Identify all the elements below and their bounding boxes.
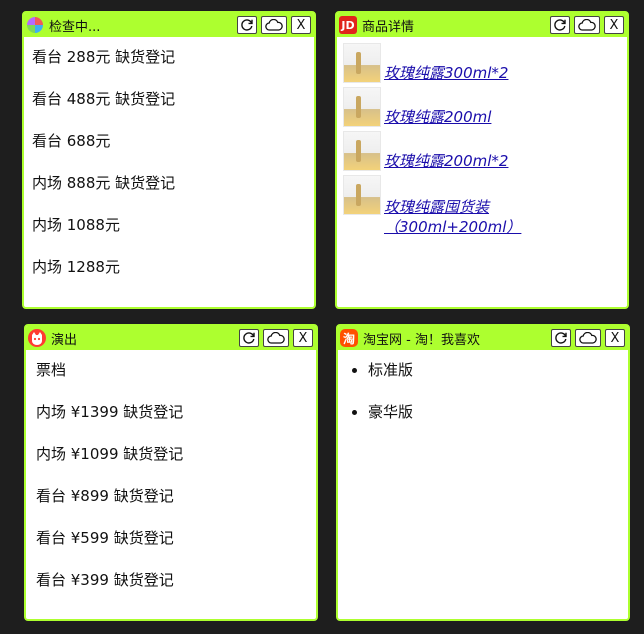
product-thumbnail [343,87,381,127]
ticket-line: 看台 488元 缺货登记 [32,90,176,108]
ticket-line: 内场 ¥1099 缺货登记 [36,445,184,463]
close-button[interactable]: X [291,16,311,34]
panel-content: 玫瑰纯露300ml*2 玫瑰纯露200ml 玫瑰纯露200ml*2 玫瑰纯露囤货… [337,37,627,247]
ticket-line: 看台 ¥599 缺货登记 [36,529,174,547]
cloud-button[interactable] [574,16,600,34]
ticket-line: 看台 ¥399 缺货登记 [36,571,174,589]
edition-list: 标准版 豪华版 [346,356,620,440]
refresh-button[interactable] [239,329,259,347]
ticket-line: 内场 ¥1399 缺货登记 [36,403,184,421]
ticket-line: 内场 888元 缺货登记 [32,174,176,192]
ticket-line: 看台 288元 缺货登记 [32,48,176,66]
refresh-button[interactable] [550,16,570,34]
cloud-button[interactable] [575,329,601,347]
product-row: 玫瑰纯露囤货装（300ml+200ml） [343,175,621,237]
monitor-panel-1: 检查中... X 看台 288元 缺货登记 看台 488元 缺货登记 看台 68… [22,11,316,309]
ticket-line: 看台 ¥899 缺货登记 [36,487,174,505]
product-link[interactable]: 玫瑰纯露300ml*2 [384,63,508,83]
list-item: 标准版 [368,356,620,398]
panel-titlebar: JD 商品详情 X [337,13,627,37]
list-item: 豪华版 [368,398,620,440]
ticket-line: 内场 1288元 [32,258,120,276]
close-button[interactable]: X [293,329,313,347]
refresh-button[interactable] [551,329,571,347]
ticket-tier-heading: 票档 [36,361,67,379]
panel-title: 淘宝网 - 淘！我喜欢 [363,332,480,348]
jd-logo-icon: JD [339,16,357,34]
refresh-icon [243,332,255,344]
panel-content: 票档 内场 ¥1399 缺货登记 内场 ¥1099 缺货登记 看台 ¥899 缺… [26,350,316,614]
panel-titlebar: 检查中... X [24,13,314,37]
close-button[interactable]: X [605,329,625,347]
panel-content: 看台 288元 缺货登记 看台 488元 缺货登记 看台 688元 内场 888… [24,37,314,301]
product-thumbnail [343,175,381,215]
cloud-button[interactable] [263,329,289,347]
monitor-panel-4: 淘 淘宝网 - 淘！我喜欢 X 标准版 豪华版 [336,324,630,621]
product-thumbnail [343,43,381,83]
ticket-line: 内场 1088元 [32,216,120,234]
panel-titlebar: 淘 淘宝网 - 淘！我喜欢 X [338,326,628,350]
cloud-button[interactable] [261,16,287,34]
panel-content: 标准版 豪华版 [338,350,628,446]
product-thumbnail [343,131,381,171]
monitor-panel-3: 演出 X 票档 内场 ¥1399 缺货登记 内场 ¥1099 缺货登记 看台 ¥… [24,324,318,621]
refresh-icon [554,19,566,31]
product-row: 玫瑰纯露300ml*2 [343,43,621,83]
cloud-icon [579,332,597,344]
close-button[interactable]: X [604,16,624,34]
panel-title: 演出 [51,332,78,348]
cloud-icon [578,19,596,31]
pinwheel-icon [26,16,44,34]
cloud-icon [265,19,283,31]
refresh-icon [555,332,567,344]
panel-title: 商品详情 [362,19,415,35]
panel-title: 检查中... [49,19,101,35]
monitor-panel-2: JD 商品详情 X 玫瑰纯露300ml*2 玫瑰纯露200ml 玫瑰纯露200m… [335,11,629,309]
product-link[interactable]: 玫瑰纯露200ml [384,107,491,127]
cat-face-icon [28,329,46,347]
product-row: 玫瑰纯露200ml*2 [343,131,621,171]
panel-titlebar: 演出 X [26,326,316,350]
cloud-icon [267,332,285,344]
refresh-icon [241,19,253,31]
ticket-line: 看台 688元 [32,132,111,150]
product-link[interactable]: 玫瑰纯露200ml*2 [384,151,508,171]
refresh-button[interactable] [237,16,257,34]
product-row: 玫瑰纯露200ml [343,87,621,127]
taobao-logo-icon: 淘 [340,329,358,347]
